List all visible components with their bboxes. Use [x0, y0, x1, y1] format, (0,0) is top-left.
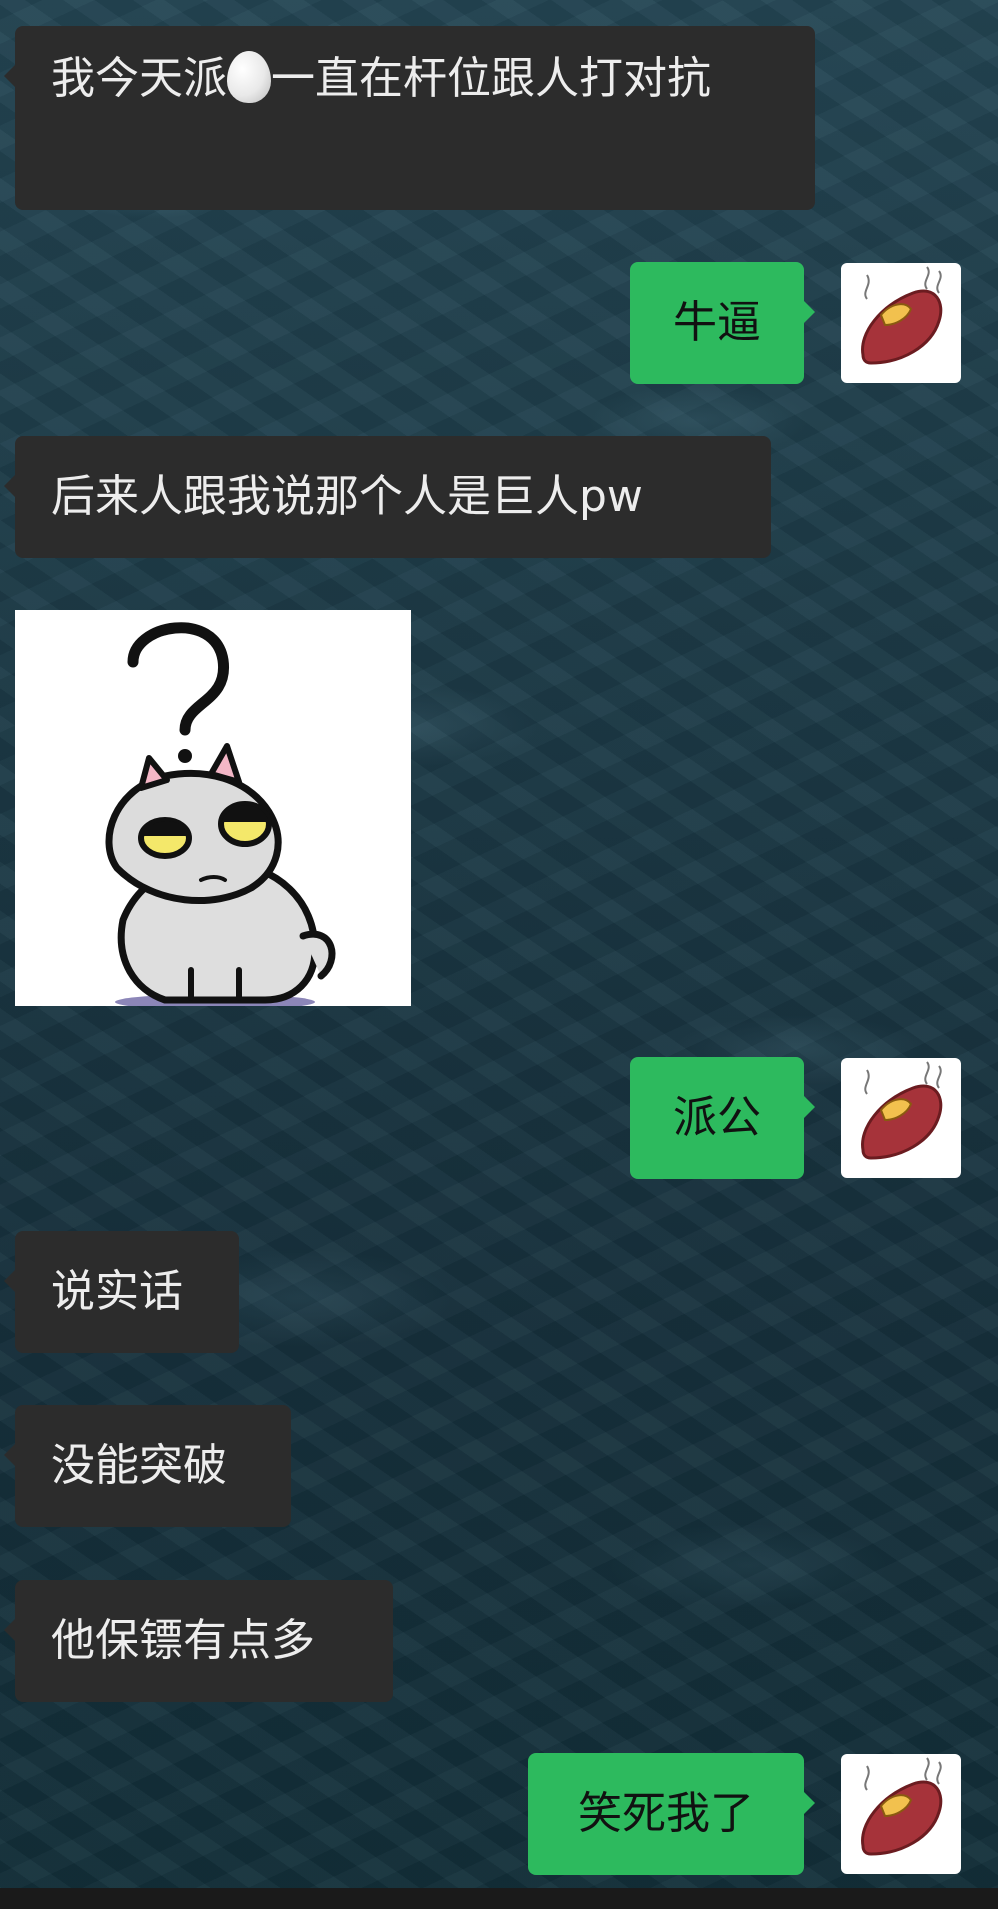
self-avatar[interactable] — [841, 1754, 961, 1874]
message-text: 后来人跟我说那个人是巨人pw — [51, 471, 643, 522]
incoming-message-8[interactable]: 他保镖有点多 — [4, 1580, 393, 1702]
confused-cat-sticker-icon — [105, 622, 336, 1010]
outgoing-message-9[interactable]: 笑死我了 — [528, 1753, 815, 1875]
message-text: 笑死我了 — [578, 1788, 754, 1839]
message-text: 牛逼 — [673, 297, 761, 348]
self-avatar[interactable] — [841, 1058, 961, 1178]
outgoing-message-5[interactable]: 派公 — [630, 1057, 815, 1179]
input-bar-edge — [0, 1888, 998, 1909]
outgoing-message-2[interactable]: 牛逼 — [630, 262, 815, 384]
message-text-after-emoji: 一直在杆位跟人打对抗 — [271, 53, 711, 104]
sweet-potato-icon — [861, 1757, 943, 1856]
incoming-message-1[interactable]: 我今天派 一直在杆位跟人打对抗 — [4, 26, 815, 210]
self-avatar[interactable] — [841, 263, 961, 383]
sweet-potato-icon — [861, 266, 943, 365]
message-text-before-emoji: 我今天派 — [51, 53, 227, 104]
egg-emoji-icon — [227, 51, 271, 103]
incoming-message-6[interactable]: 说实话 — [4, 1231, 239, 1353]
message-text: 说实话 — [51, 1266, 183, 1317]
message-text: 他保镖有点多 — [51, 1615, 315, 1666]
message-text: 没能突破 — [51, 1440, 227, 1491]
message-text: 派公 — [673, 1092, 761, 1143]
sticker-message-4[interactable] — [15, 610, 411, 1010]
incoming-message-3[interactable]: 后来人跟我说那个人是巨人pw — [4, 436, 771, 558]
sweet-potato-icon — [861, 1061, 943, 1160]
incoming-message-7[interactable]: 没能突破 — [4, 1405, 291, 1527]
